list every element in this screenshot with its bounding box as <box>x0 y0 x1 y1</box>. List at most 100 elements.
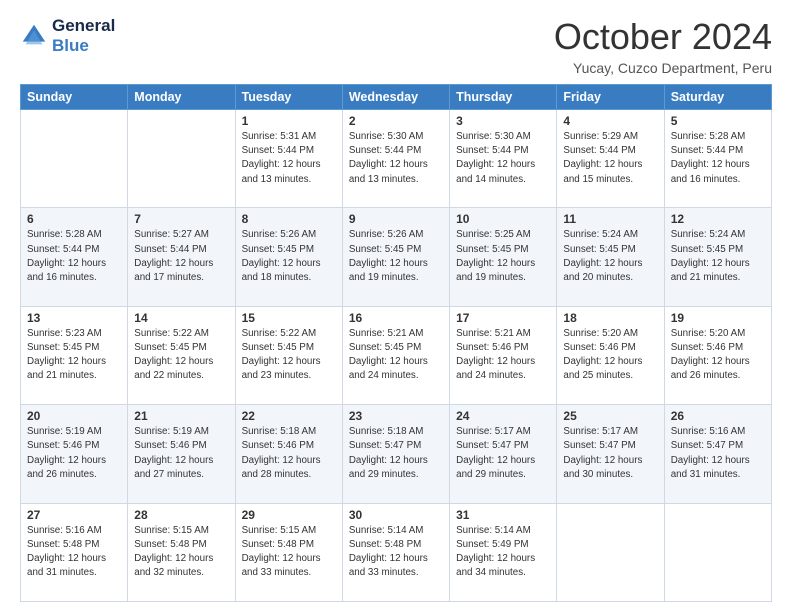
day-number: 12 <box>671 212 765 226</box>
day-number: 16 <box>349 311 443 325</box>
day-number: 29 <box>242 508 336 522</box>
calendar-cell: 19Sunrise: 5:20 AMSunset: 5:46 PMDayligh… <box>664 306 771 404</box>
col-monday: Monday <box>128 85 235 110</box>
day-number: 17 <box>456 311 550 325</box>
col-tuesday: Tuesday <box>235 85 342 110</box>
day-number: 22 <box>242 409 336 423</box>
calendar-cell: 11Sunrise: 5:24 AMSunset: 5:45 PMDayligh… <box>557 208 664 306</box>
day-number: 6 <box>27 212 121 226</box>
day-number: 7 <box>134 212 228 226</box>
title-block: October 2024 Yucay, Cuzco Department, Pe… <box>554 16 772 76</box>
day-info: Sunrise: 5:30 AMSunset: 5:44 PMDaylight:… <box>349 130 443 187</box>
day-number: 20 <box>27 409 121 423</box>
day-info: Sunrise: 5:20 AMSunset: 5:46 PMDaylight:… <box>563 327 657 384</box>
day-info: Sunrise: 5:27 AMSunset: 5:44 PMDaylight:… <box>134 228 228 285</box>
day-info: Sunrise: 5:22 AMSunset: 5:45 PMDaylight:… <box>242 327 336 384</box>
day-number: 4 <box>563 114 657 128</box>
calendar-cell: 31 Sunrise: 5:14 AMSunset: 5:49 PMDayligh… <box>450 503 557 601</box>
day-info: Sunrise: 5:14 AMSunset: 5:49 PMDaylight:… <box>456 524 550 581</box>
calendar-cell: 9 Sunrise: 5:26 AMSunset: 5:45 PMDaylight… <box>342 208 449 306</box>
day-info: Sunrise: 5:21 AMSunset: 5:46 PMDaylight:… <box>456 327 550 384</box>
calendar-cell: 30 Sunrise: 5:14 AMSunset: 5:48 PMDayligh… <box>342 503 449 601</box>
day-number: 21 <box>134 409 228 423</box>
calendar-cell <box>557 503 664 601</box>
calendar-cell: 15 Sunrise: 5:22 AMSunset: 5:45 PMDayligh… <box>235 306 342 404</box>
calendar-cell: 17 Sunrise: 5:21 AMSunset: 5:46 PMDayligh… <box>450 306 557 404</box>
day-info: Sunrise: 5:18 AMSunset: 5:47 PMDaylight:… <box>349 425 443 482</box>
calendar-week-0: 1 Sunrise: 5:31 AMSunset: 5:44 PMDaylight… <box>21 110 772 208</box>
calendar-cell: 13 Sunrise: 5:23 AMSunset: 5:45 PMDayligh… <box>21 306 128 404</box>
calendar-cell: 22 Sunrise: 5:18 AMSunset: 5:46 PMDayligh… <box>235 405 342 503</box>
calendar-cell: 4 Sunrise: 5:29 AMSunset: 5:44 PMDaylight… <box>557 110 664 208</box>
day-info: Sunrise: 5:26 AMSunset: 5:45 PMDaylight:… <box>349 228 443 285</box>
page: General Blue October 2024 Yucay, Cuzco D… <box>0 0 792 612</box>
day-info: Sunrise: 5:17 AMSunset: 5:47 PMDaylight:… <box>456 425 550 482</box>
day-info: Sunrise: 5:26 AMSunset: 5:45 PMDaylight:… <box>242 228 336 285</box>
day-info: Sunrise: 5:19 AMSunset: 5:46 PMDaylight:… <box>27 425 121 482</box>
day-number: 8 <box>242 212 336 226</box>
day-info: Sunrise: 5:29 AMSunset: 5:44 PMDaylight:… <box>563 130 657 187</box>
calendar-cell: 2 Sunrise: 5:30 AMSunset: 5:44 PMDaylight… <box>342 110 449 208</box>
day-info: Sunrise: 5:14 AMSunset: 5:48 PMDaylight:… <box>349 524 443 581</box>
calendar-cell: 1 Sunrise: 5:31 AMSunset: 5:44 PMDaylight… <box>235 110 342 208</box>
day-number: 31 <box>456 508 550 522</box>
day-info: Sunrise: 5:31 AMSunset: 5:44 PMDaylight:… <box>242 130 336 187</box>
day-number: 18 <box>563 311 657 325</box>
day-number: 27 <box>27 508 121 522</box>
calendar-cell: 29 Sunrise: 5:15 AMSunset: 5:48 PMDayligh… <box>235 503 342 601</box>
day-info: Sunrise: 5:22 AMSunset: 5:45 PMDaylight:… <box>134 327 228 384</box>
calendar-cell: 25 Sunrise: 5:17 AMSunset: 5:47 PMDayligh… <box>557 405 664 503</box>
day-number: 3 <box>456 114 550 128</box>
calendar-cell: 21 Sunrise: 5:19 AMSunset: 5:46 PMDayligh… <box>128 405 235 503</box>
calendar-cell: 6 Sunrise: 5:28 AMSunset: 5:44 PMDaylight… <box>21 208 128 306</box>
day-number: 23 <box>349 409 443 423</box>
logo: General Blue <box>20 16 115 56</box>
day-number: 2 <box>349 114 443 128</box>
day-info: Sunrise: 5:25 AMSunset: 5:45 PMDaylight:… <box>456 228 550 285</box>
day-number: 13 <box>27 311 121 325</box>
calendar-cell: 20 Sunrise: 5:19 AMSunset: 5:46 PMDayligh… <box>21 405 128 503</box>
day-info: Sunrise: 5:15 AMSunset: 5:48 PMDaylight:… <box>134 524 228 581</box>
day-info: Sunrise: 5:16 AMSunset: 5:47 PMDaylight:… <box>671 425 765 482</box>
calendar-cell: 12 Sunrise: 5:24 AMSunset: 5:45 PMDayligh… <box>664 208 771 306</box>
calendar-cell: 8 Sunrise: 5:26 AMSunset: 5:45 PMDaylight… <box>235 208 342 306</box>
day-number: 14 <box>134 311 228 325</box>
day-info: Sunrise: 5:17 AMSunset: 5:47 PMDaylight:… <box>563 425 657 482</box>
day-info: Sunrise: 5:28 AMSunset: 5:44 PMDaylight:… <box>27 228 121 285</box>
day-info: Sunrise: 5:23 AMSunset: 5:45 PMDaylight:… <box>27 327 121 384</box>
day-number: 19 <box>671 311 765 325</box>
calendar-cell: 5Sunrise: 5:28 AMSunset: 5:44 PMDaylight… <box>664 110 771 208</box>
day-number: 25 <box>563 409 657 423</box>
calendar-table: Sunday Monday Tuesday Wednesday Thursday… <box>20 84 772 602</box>
calendar-cell: 28Sunrise: 5:15 AMSunset: 5:48 PMDayligh… <box>128 503 235 601</box>
calendar-cell: 26 Sunrise: 5:16 AMSunset: 5:47 PMDayligh… <box>664 405 771 503</box>
calendar-week-1: 6 Sunrise: 5:28 AMSunset: 5:44 PMDaylight… <box>21 208 772 306</box>
day-info: Sunrise: 5:15 AMSunset: 5:48 PMDaylight:… <box>242 524 336 581</box>
day-info: Sunrise: 5:24 AMSunset: 5:45 PMDaylight:… <box>671 228 765 285</box>
calendar-cell: 27 Sunrise: 5:16 AMSunset: 5:48 PMDayligh… <box>21 503 128 601</box>
day-number: 15 <box>242 311 336 325</box>
calendar-cell: 14 Sunrise: 5:22 AMSunset: 5:45 PMDayligh… <box>128 306 235 404</box>
day-info: Sunrise: 5:30 AMSunset: 5:44 PMDaylight:… <box>456 130 550 187</box>
day-number: 9 <box>349 212 443 226</box>
day-number: 26 <box>671 409 765 423</box>
header-row: Sunday Monday Tuesday Wednesday Thursday… <box>21 85 772 110</box>
col-sunday: Sunday <box>21 85 128 110</box>
calendar-week-2: 13 Sunrise: 5:23 AMSunset: 5:45 PMDayligh… <box>21 306 772 404</box>
logo-icon <box>20 22 48 50</box>
day-number: 10 <box>456 212 550 226</box>
header: General Blue October 2024 Yucay, Cuzco D… <box>20 16 772 76</box>
col-wednesday: Wednesday <box>342 85 449 110</box>
calendar-cell: 3 Sunrise: 5:30 AMSunset: 5:44 PMDaylight… <box>450 110 557 208</box>
day-info: Sunrise: 5:19 AMSunset: 5:46 PMDaylight:… <box>134 425 228 482</box>
day-info: Sunrise: 5:21 AMSunset: 5:45 PMDaylight:… <box>349 327 443 384</box>
day-number: 30 <box>349 508 443 522</box>
day-number: 5 <box>671 114 765 128</box>
calendar-cell <box>128 110 235 208</box>
logo-text: General Blue <box>52 16 115 56</box>
calendar-cell <box>21 110 128 208</box>
day-number: 1 <box>242 114 336 128</box>
day-info: Sunrise: 5:16 AMSunset: 5:48 PMDaylight:… <box>27 524 121 581</box>
calendar-cell: 10 Sunrise: 5:25 AMSunset: 5:45 PMDayligh… <box>450 208 557 306</box>
day-info: Sunrise: 5:18 AMSunset: 5:46 PMDaylight:… <box>242 425 336 482</box>
